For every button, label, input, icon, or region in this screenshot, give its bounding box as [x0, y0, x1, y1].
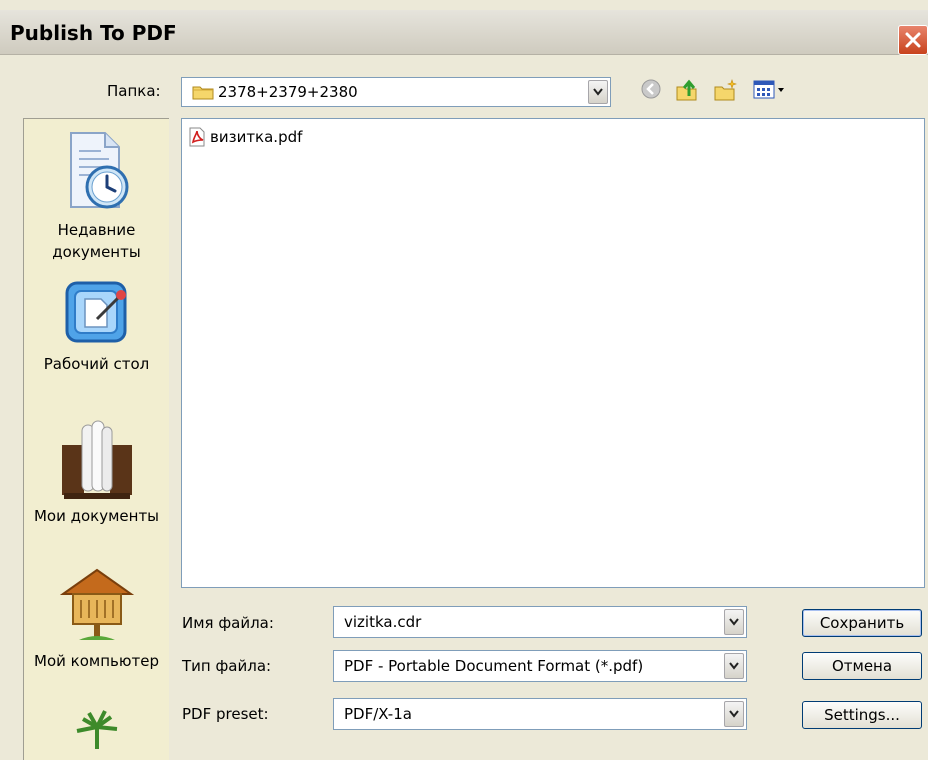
- dialog-title: Publish To PDF: [10, 21, 177, 45]
- folder-icon: [192, 86, 214, 100]
- folder-dropdown-arrow[interactable]: [588, 80, 608, 104]
- place-my-documents[interactable]: Мои документы: [24, 415, 169, 527]
- place-label: Мои документы: [33, 507, 160, 525]
- up-folder-button[interactable]: [675, 78, 699, 106]
- place-label: документы: [52, 243, 141, 261]
- close-icon: [905, 32, 921, 48]
- chevron-down-icon: [593, 88, 603, 96]
- recent-documents-icon: [69, 132, 128, 209]
- back-button[interactable]: [640, 78, 662, 104]
- folder-value: 2378+2379+2380: [218, 83, 358, 101]
- place-label: Рабочий стол: [43, 355, 150, 373]
- folder-label: Папка:: [107, 82, 161, 100]
- chevron-down-icon: [729, 618, 739, 626]
- cancel-button[interactable]: Отмена: [802, 652, 922, 680]
- filename-dropdown-arrow[interactable]: [724, 609, 744, 635]
- new-folder-icon: [714, 79, 737, 101]
- preset-value: PDF/X-1a: [344, 705, 412, 723]
- filetype-dropdown-arrow[interactable]: [724, 653, 744, 679]
- my-computer-icon: [59, 568, 134, 640]
- preset-label: PDF preset:: [182, 705, 269, 723]
- settings-button[interactable]: Settings...: [802, 701, 922, 729]
- file-list[interactable]: визитка.pdf: [181, 118, 925, 588]
- view-menu-icon: [753, 80, 784, 99]
- close-button[interactable]: [898, 25, 928, 55]
- filetype-value: PDF - Portable Document Format (*.pdf): [344, 657, 644, 675]
- file-name: визитка.pdf: [210, 128, 303, 146]
- network-places-icon: [76, 710, 117, 749]
- filetype-label: Тип файла:: [182, 657, 272, 675]
- save-button[interactable]: Сохранить: [802, 609, 922, 637]
- title-bar[interactable]: Publish To PDF: [0, 10, 928, 55]
- publish-to-pdf-dialog: Publish To PDF Папка: 2378+2379+2380 Нед…: [0, 0, 928, 760]
- back-icon: [641, 79, 661, 99]
- view-menu-button[interactable]: [752, 78, 792, 104]
- my-documents-icon: [61, 420, 132, 499]
- filename-label: Имя файла:: [182, 614, 274, 632]
- file-item[interactable]: визитка.pdf: [188, 127, 302, 147]
- place-my-computer[interactable]: Мой компьютер: [24, 564, 169, 672]
- filename-value: vizitka.cdr: [344, 613, 422, 631]
- place-recent-documents[interactable]: Недавние документы: [24, 129, 169, 263]
- place-label: Мой компьютер: [34, 652, 159, 670]
- filetype-select[interactable]: PDF - Portable Document Format (*.pdf): [333, 650, 747, 682]
- preset-select[interactable]: PDF/X-1a: [333, 698, 747, 730]
- up-folder-icon: [676, 79, 697, 101]
- place-desktop[interactable]: Рабочий стол: [24, 275, 169, 375]
- folder-select[interactable]: 2378+2379+2380: [181, 77, 611, 107]
- place-label: Недавние: [57, 221, 136, 239]
- chevron-down-icon: [729, 662, 739, 670]
- pdf-file-icon: [189, 127, 205, 147]
- chevron-down-icon: [729, 710, 739, 718]
- place-network[interactable]: [24, 709, 169, 753]
- filename-input[interactable]: vizitka.cdr: [333, 606, 747, 638]
- folder-value-wrap: 2378+2379+2380: [192, 78, 358, 106]
- places-bar: Недавние документы Рабочий стол Мои доку…: [23, 118, 169, 760]
- desktop-icon: [65, 281, 126, 343]
- new-folder-button[interactable]: [713, 78, 737, 106]
- preset-dropdown-arrow[interactable]: [724, 701, 744, 727]
